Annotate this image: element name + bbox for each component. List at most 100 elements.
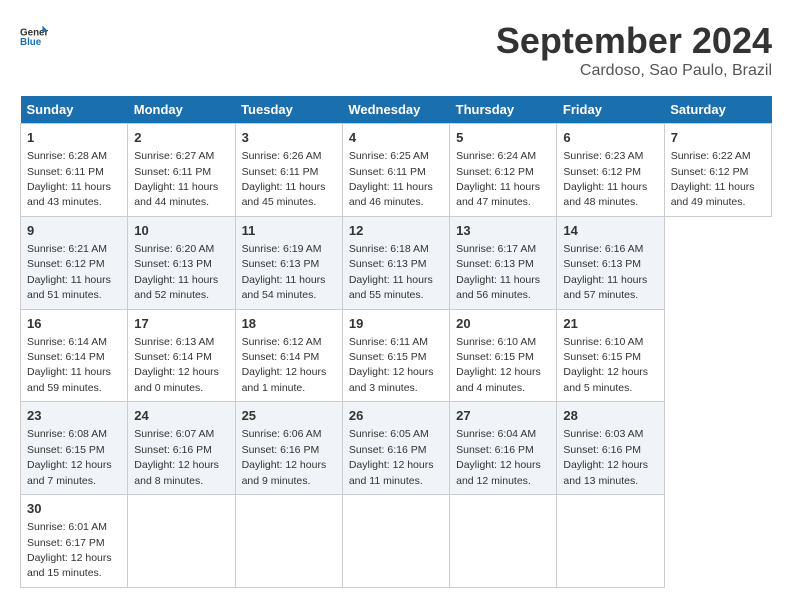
column-header-wednesday: Wednesday: [342, 96, 449, 124]
day-detail: Sunrise: 6:26 AMSunset: 6:11 PMDaylight:…: [242, 150, 326, 208]
day-number: 10: [134, 222, 228, 240]
day-number: 25: [242, 407, 336, 425]
calendar-table: SundayMondayTuesdayWednesdayThursdayFrid…: [20, 96, 772, 588]
day-cell: 5 Sunrise: 6:24 AMSunset: 6:12 PMDaylight…: [450, 124, 557, 217]
week-row-2: 9 Sunrise: 6:21 AMSunset: 6:12 PMDaylight…: [21, 216, 772, 309]
day-number: 4: [349, 129, 443, 147]
location: Cardoso, Sao Paulo, Brazil: [496, 62, 772, 80]
day-number: 23: [27, 407, 121, 425]
day-cell: 19 Sunrise: 6:11 AMSunset: 6:15 PMDayligh…: [342, 309, 449, 402]
day-detail: Sunrise: 6:25 AMSunset: 6:11 PMDaylight:…: [349, 150, 433, 208]
day-cell: 16 Sunrise: 6:14 AMSunset: 6:14 PMDayligh…: [21, 309, 128, 402]
day-number: 14: [563, 222, 657, 240]
day-detail: Sunrise: 6:10 AMSunset: 6:15 PMDaylight:…: [456, 336, 541, 394]
day-detail: Sunrise: 6:20 AMSunset: 6:13 PMDaylight:…: [134, 243, 218, 301]
day-detail: Sunrise: 6:03 AMSunset: 6:16 PMDaylight:…: [563, 428, 648, 486]
day-cell: [128, 495, 235, 588]
day-detail: Sunrise: 6:18 AMSunset: 6:13 PMDaylight:…: [349, 243, 433, 301]
day-cell: 14 Sunrise: 6:16 AMSunset: 6:13 PMDayligh…: [557, 216, 664, 309]
calendar-body: 1 Sunrise: 6:28 AMSunset: 6:11 PMDaylight…: [21, 124, 772, 588]
day-detail: Sunrise: 6:06 AMSunset: 6:16 PMDaylight:…: [242, 428, 327, 486]
day-number: 12: [349, 222, 443, 240]
column-header-friday: Friday: [557, 96, 664, 124]
day-detail: Sunrise: 6:21 AMSunset: 6:12 PMDaylight:…: [27, 243, 111, 301]
day-number: 2: [134, 129, 228, 147]
day-detail: Sunrise: 6:27 AMSunset: 6:11 PMDaylight:…: [134, 150, 218, 208]
column-header-monday: Monday: [128, 96, 235, 124]
day-detail: Sunrise: 6:07 AMSunset: 6:16 PMDaylight:…: [134, 428, 219, 486]
logo-icon: General Blue: [20, 20, 48, 48]
day-cell: 9 Sunrise: 6:21 AMSunset: 6:12 PMDaylight…: [21, 216, 128, 309]
day-detail: Sunrise: 6:24 AMSunset: 6:12 PMDaylight:…: [456, 150, 540, 208]
day-number: 13: [456, 222, 550, 240]
day-cell: 24 Sunrise: 6:07 AMSunset: 6:16 PMDayligh…: [128, 402, 235, 495]
day-cell: 10 Sunrise: 6:20 AMSunset: 6:13 PMDayligh…: [128, 216, 235, 309]
day-number: 5: [456, 129, 550, 147]
month-year: September 2024: [496, 20, 772, 62]
day-cell: [450, 495, 557, 588]
day-detail: Sunrise: 6:16 AMSunset: 6:13 PMDaylight:…: [563, 243, 647, 301]
day-number: 3: [242, 129, 336, 147]
day-cell: 23 Sunrise: 6:08 AMSunset: 6:15 PMDayligh…: [21, 402, 128, 495]
column-header-saturday: Saturday: [664, 96, 771, 124]
day-detail: Sunrise: 6:19 AMSunset: 6:13 PMDaylight:…: [242, 243, 326, 301]
day-number: 26: [349, 407, 443, 425]
day-detail: Sunrise: 6:22 AMSunset: 6:12 PMDaylight:…: [671, 150, 755, 208]
day-cell: 18 Sunrise: 6:12 AMSunset: 6:14 PMDayligh…: [235, 309, 342, 402]
day-cell: 30 Sunrise: 6:01 AMSunset: 6:17 PMDayligh…: [21, 495, 128, 588]
day-detail: Sunrise: 6:04 AMSunset: 6:16 PMDaylight:…: [456, 428, 541, 486]
day-cell: [342, 495, 449, 588]
day-detail: Sunrise: 6:17 AMSunset: 6:13 PMDaylight:…: [456, 243, 540, 301]
day-number: 18: [242, 315, 336, 333]
day-detail: Sunrise: 6:05 AMSunset: 6:16 PMDaylight:…: [349, 428, 434, 486]
day-number: 6: [563, 129, 657, 147]
week-row-3: 16 Sunrise: 6:14 AMSunset: 6:14 PMDayligh…: [21, 309, 772, 402]
day-number: 17: [134, 315, 228, 333]
logo: General Blue: [20, 20, 48, 48]
day-cell: 6 Sunrise: 6:23 AMSunset: 6:12 PMDaylight…: [557, 124, 664, 217]
day-detail: Sunrise: 6:14 AMSunset: 6:14 PMDaylight:…: [27, 336, 111, 394]
day-number: 28: [563, 407, 657, 425]
day-cell: 25 Sunrise: 6:06 AMSunset: 6:16 PMDayligh…: [235, 402, 342, 495]
header-row: SundayMondayTuesdayWednesdayThursdayFrid…: [21, 96, 772, 124]
day-cell: 28 Sunrise: 6:03 AMSunset: 6:16 PMDayligh…: [557, 402, 664, 495]
day-cell: 17 Sunrise: 6:13 AMSunset: 6:14 PMDayligh…: [128, 309, 235, 402]
column-header-sunday: Sunday: [21, 96, 128, 124]
day-cell: [235, 495, 342, 588]
day-number: 1: [27, 129, 121, 147]
title-block: September 2024 Cardoso, Sao Paulo, Brazi…: [496, 20, 772, 80]
day-number: 7: [671, 129, 765, 147]
day-detail: Sunrise: 6:28 AMSunset: 6:11 PMDaylight:…: [27, 150, 111, 208]
day-cell: 26 Sunrise: 6:05 AMSunset: 6:16 PMDayligh…: [342, 402, 449, 495]
day-cell: 2 Sunrise: 6:27 AMSunset: 6:11 PMDaylight…: [128, 124, 235, 217]
day-number: 16: [27, 315, 121, 333]
day-cell: 3 Sunrise: 6:26 AMSunset: 6:11 PMDaylight…: [235, 124, 342, 217]
day-detail: Sunrise: 6:13 AMSunset: 6:14 PMDaylight:…: [134, 336, 219, 394]
day-number: 24: [134, 407, 228, 425]
column-header-thursday: Thursday: [450, 96, 557, 124]
day-cell: 27 Sunrise: 6:04 AMSunset: 6:16 PMDayligh…: [450, 402, 557, 495]
day-detail: Sunrise: 6:08 AMSunset: 6:15 PMDaylight:…: [27, 428, 112, 486]
week-row-4: 23 Sunrise: 6:08 AMSunset: 6:15 PMDayligh…: [21, 402, 772, 495]
week-row-5: 30 Sunrise: 6:01 AMSunset: 6:17 PMDayligh…: [21, 495, 772, 588]
day-detail: Sunrise: 6:10 AMSunset: 6:15 PMDaylight:…: [563, 336, 648, 394]
day-detail: Sunrise: 6:01 AMSunset: 6:17 PMDaylight:…: [27, 521, 112, 579]
day-number: 30: [27, 500, 121, 518]
day-cell: 11 Sunrise: 6:19 AMSunset: 6:13 PMDayligh…: [235, 216, 342, 309]
day-detail: Sunrise: 6:23 AMSunset: 6:12 PMDaylight:…: [563, 150, 647, 208]
day-cell: 4 Sunrise: 6:25 AMSunset: 6:11 PMDaylight…: [342, 124, 449, 217]
day-detail: Sunrise: 6:11 AMSunset: 6:15 PMDaylight:…: [349, 336, 434, 394]
day-cell: 21Sunrise: 6:10 AMSunset: 6:15 PMDayligh…: [557, 309, 664, 402]
day-cell: 20 Sunrise: 6:10 AMSunset: 6:15 PMDayligh…: [450, 309, 557, 402]
day-number: 19: [349, 315, 443, 333]
day-detail: Sunrise: 6:12 AMSunset: 6:14 PMDaylight:…: [242, 336, 327, 394]
day-number: 11: [242, 222, 336, 240]
day-number: 27: [456, 407, 550, 425]
day-number: 20: [456, 315, 550, 333]
column-header-tuesday: Tuesday: [235, 96, 342, 124]
day-number: 9: [27, 222, 121, 240]
day-cell: 13 Sunrise: 6:17 AMSunset: 6:13 PMDayligh…: [450, 216, 557, 309]
calendar-header: SundayMondayTuesdayWednesdayThursdayFrid…: [21, 96, 772, 124]
day-cell: [557, 495, 664, 588]
svg-text:Blue: Blue: [20, 37, 42, 48]
